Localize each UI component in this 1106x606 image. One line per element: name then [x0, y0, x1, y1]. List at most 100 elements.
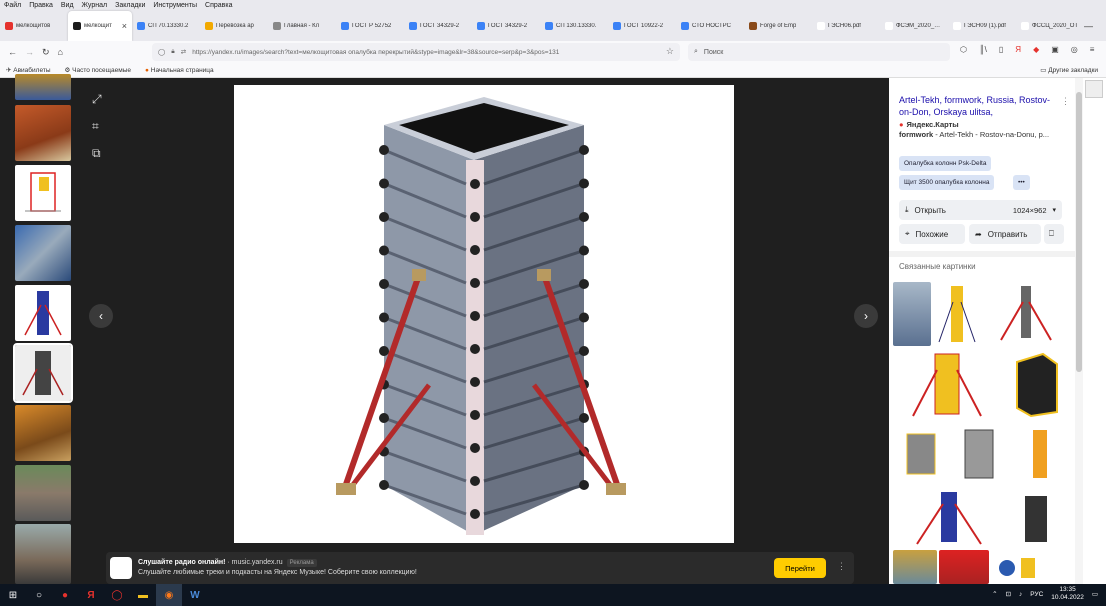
- tab-14[interactable]: ФСЭМ_2020_СП_: [880, 11, 948, 41]
- tag-chip-1[interactable]: Опалубка колонн Psk-Delta: [899, 156, 992, 171]
- related-image-2[interactable]: [933, 282, 981, 346]
- account-icon[interactable]: ◎: [1071, 45, 1078, 54]
- thumbnail-3[interactable]: [15, 165, 71, 221]
- share-button[interactable]: ➦ Отправить: [969, 224, 1041, 244]
- ad-banner[interactable]: Слушайте радио онлайн! · music.yandex.ru…: [106, 552, 854, 584]
- thumbnail-5[interactable]: [15, 285, 71, 341]
- tab-10[interactable]: ГОСТ 10922-2: [608, 11, 676, 41]
- back-icon[interactable]: ←: [8, 47, 17, 57]
- tray-chevron-icon[interactable]: ⌃: [992, 590, 997, 598]
- image-search-icon[interactable]: ⧉: [92, 146, 102, 161]
- search-input[interactable]: ⌕ Поиск: [688, 43, 950, 61]
- related-image-6[interactable]: [893, 424, 949, 484]
- tab-9[interactable]: СП 130.13330.: [540, 11, 608, 41]
- sidebar-icon[interactable]: ▯: [999, 45, 1003, 54]
- next-image-button[interactable]: ›: [854, 304, 878, 328]
- tab-11[interactable]: СТО НОСТРС: [676, 11, 744, 41]
- scrollbar-thumb[interactable]: [1076, 92, 1082, 372]
- url-bar[interactable]: ◯ 🔒︎ ⇄ https://yandex.ru/images/search?t…: [152, 43, 680, 61]
- bookmark-other[interactable]: ▭ Другие закладки: [1040, 66, 1106, 74]
- tab-8[interactable]: ГОСТ 34329-2: [472, 11, 540, 41]
- image-description[interactable]: formwork - Artel-Tekh - Rostov-na-Donu, …: [899, 130, 1071, 139]
- screenshot-icon[interactable]: ▣: [1051, 45, 1059, 54]
- source-line[interactable]: ● Яндекс.Карты: [899, 120, 959, 129]
- reload-icon[interactable]: ↻: [42, 47, 50, 58]
- thumbnail-2[interactable]: [15, 105, 71, 161]
- start-icon[interactable]: ⊞: [0, 584, 26, 606]
- pocket-icon[interactable]: ⬡: [960, 45, 967, 54]
- related-image-9[interactable]: [893, 488, 1005, 548]
- menu-file[interactable]: Файл: [4, 2, 21, 9]
- related-image-8[interactable]: [1009, 424, 1069, 484]
- bookmark-aviatickets[interactable]: ✈ Авиабилеты: [6, 66, 51, 74]
- related-image-1[interactable]: [893, 282, 931, 346]
- tab-6[interactable]: ГОСТ Р 52752: [336, 11, 404, 41]
- related-image-13[interactable]: [991, 550, 1069, 584]
- crop-icon[interactable]: ⌗: [92, 119, 102, 134]
- tag-chip-more[interactable]: •••: [1013, 175, 1030, 190]
- right-thumbnail[interactable]: [1085, 80, 1103, 98]
- url-text[interactable]: https://yandex.ru/images/search?text=мел…: [192, 49, 559, 56]
- file-explorer-icon[interactable]: ▬: [130, 584, 156, 606]
- tab-5[interactable]: Главная - Кл: [268, 11, 336, 41]
- image-title-link[interactable]: Artel-Tekh, formwork, Russia, Rostov-on-…: [899, 94, 1059, 118]
- tab-close-icon[interactable]: ×: [122, 21, 127, 31]
- star-icon[interactable]: ☆: [666, 46, 674, 57]
- network-icon[interactable]: ⊡: [1006, 590, 1011, 598]
- fullscreen-icon[interactable]: ⤢: [92, 92, 102, 107]
- home-icon[interactable]: ⌂: [58, 47, 63, 57]
- firefox-taskbar-icon[interactable]: ◉: [156, 584, 182, 606]
- main-image[interactable]: [234, 85, 734, 543]
- menu-history[interactable]: Журнал: [82, 2, 108, 9]
- thumbnail-4[interactable]: [15, 225, 71, 281]
- menu-icon[interactable]: ≡: [1090, 45, 1095, 54]
- menu-tools[interactable]: Инструменты: [153, 2, 197, 9]
- tab-3[interactable]: СП 70.13330.2: [132, 11, 200, 41]
- tab-7[interactable]: ГОСТ 34329-2: [404, 11, 472, 41]
- taskbar-search-icon[interactable]: ○: [26, 584, 52, 606]
- ad-go-button[interactable]: Перейти: [774, 558, 826, 578]
- thumbnail-9[interactable]: [15, 524, 71, 584]
- bookmark-button[interactable]: ⎕: [1044, 224, 1064, 244]
- tab-16[interactable]: ФССЦ_2020_ОТ: [1016, 11, 1084, 41]
- volume-icon[interactable]: ♪: [1019, 591, 1022, 598]
- thumbnail-7[interactable]: [15, 405, 71, 461]
- yandex-icon-taskbar[interactable]: Я: [78, 584, 104, 606]
- open-button[interactable]: ⤓ Открыть 1024×962 ▾: [899, 200, 1062, 220]
- tag-chip-2[interactable]: Щит 3500 опалубка колонна: [899, 175, 995, 190]
- thumbnail-1[interactable]: [15, 74, 71, 100]
- notifications-icon[interactable]: ▭: [1092, 590, 1098, 598]
- menu-bookmarks[interactable]: Закладки: [115, 2, 145, 9]
- related-image-10[interactable]: [1007, 488, 1069, 548]
- related-image-7[interactable]: [951, 424, 1007, 484]
- related-image-4[interactable]: [893, 350, 1001, 420]
- tab-13[interactable]: ГЭСН06.pdf: [812, 11, 880, 41]
- tab-4[interactable]: Перевозка ар: [200, 11, 268, 41]
- menu-view[interactable]: Вид: [61, 2, 74, 9]
- menu-help[interactable]: Справка: [205, 2, 232, 9]
- forward-icon[interactable]: →: [25, 47, 34, 57]
- panel-scrollbar[interactable]: [1075, 78, 1083, 584]
- extension-icon[interactable]: ◆: [1033, 45, 1039, 54]
- related-image-11[interactable]: [893, 550, 937, 584]
- clock[interactable]: 13:35 10.04.2022: [1051, 586, 1084, 602]
- bookmark-most-visited[interactable]: ⚙ Часто посещаемые: [65, 66, 132, 74]
- prev-image-button[interactable]: ‹: [89, 304, 113, 328]
- related-image-5[interactable]: [1003, 350, 1069, 420]
- tab-15[interactable]: ГЭСН09 (1).pdf: [948, 11, 1016, 41]
- yandex-browser-icon[interactable]: ●: [52, 584, 78, 606]
- thumbnail-6-selected[interactable]: [13, 343, 73, 403]
- bookmark-home[interactable]: ● Начальная страница: [145, 67, 214, 74]
- library-icon[interactable]: ║\: [979, 45, 987, 54]
- tab-2[interactable]: мелкощит ×: [68, 11, 132, 41]
- menu-edit[interactable]: Правка: [29, 2, 53, 9]
- opera-icon[interactable]: ◯: [104, 584, 130, 606]
- minimize-icon[interactable]: —: [1084, 21, 1093, 32]
- panel-more-icon[interactable]: ⋮: [1061, 96, 1070, 107]
- related-image-3[interactable]: [983, 282, 1069, 346]
- yandex-icon[interactable]: Я: [1015, 45, 1021, 54]
- related-image-12[interactable]: [939, 550, 989, 584]
- language-indicator[interactable]: РУС: [1030, 591, 1043, 598]
- tab-12[interactable]: Forge of Emp: [744, 11, 812, 41]
- thumbnail-8[interactable]: [15, 465, 71, 521]
